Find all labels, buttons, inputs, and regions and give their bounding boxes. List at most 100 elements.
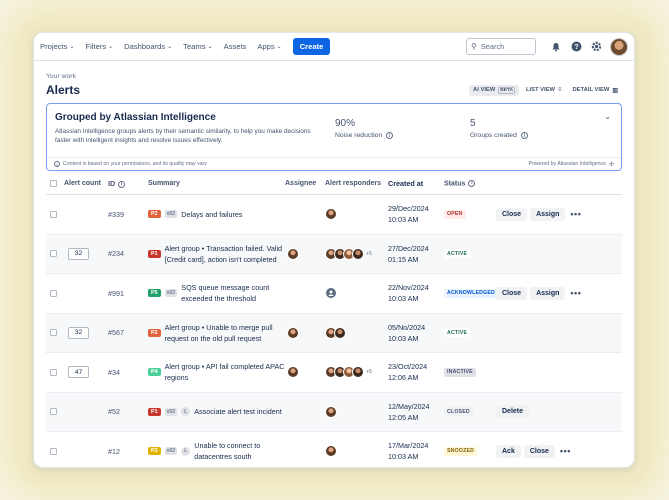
alert-summary[interactable]: Unable to connect to datacentres south (194, 440, 285, 462)
linked-icon: L (181, 407, 191, 417)
alert-id[interactable]: #991 (108, 289, 148, 298)
priority-badge: P4 (148, 368, 161, 377)
table-row[interactable]: #339 P2 x92 Delays and failures 29/Dec/2024 1… (46, 195, 622, 235)
close-button[interactable]: Close (523, 444, 555, 458)
create-button[interactable]: Create (292, 38, 331, 55)
responder-avatar[interactable] (325, 405, 337, 418)
responder-avatar[interactable] (325, 445, 337, 458)
alert-summary[interactable]: SQS queue message count exceeded the thr… (181, 282, 285, 304)
assign-button[interactable]: Assign (530, 207, 566, 221)
notifications-icon[interactable] (548, 39, 564, 55)
unassigned-user-icon (325, 287, 337, 300)
nav-item-assets[interactable]: Assets (224, 42, 247, 51)
help-icon[interactable]: ? (568, 39, 584, 55)
close-button[interactable]: Close (496, 207, 528, 221)
row-checkbox[interactable] (50, 368, 57, 376)
user-avatar[interactable] (610, 37, 628, 56)
more-actions-icon[interactable]: ••• (560, 446, 571, 456)
tab-detail-view[interactable]: DETAIL VIEW ▥ (569, 85, 623, 96)
chevron-down-icon: ⌄ (69, 44, 75, 50)
assignee-avatar[interactable] (287, 366, 299, 379)
nav-item-dashboards[interactable]: Dashboards ⌄ (124, 42, 172, 51)
info-icon[interactable]: i (520, 132, 528, 139)
alert-count-badge[interactable]: 32 (68, 247, 89, 260)
select-all-checkbox[interactable] (50, 180, 57, 187)
groups-created-label: Groups created (470, 132, 517, 139)
alert-id[interactable]: #339 (108, 210, 148, 219)
row-checkbox[interactable] (50, 210, 57, 218)
assignee-avatar[interactable] (287, 247, 299, 260)
alert-id[interactable]: #12 (108, 447, 148, 456)
table-row[interactable]: 32 #234 P1 Alert group • Transaction failed… (46, 234, 622, 274)
created-time: 10:03 AM (388, 333, 419, 343)
alert-summary[interactable]: Alert group • Transaction failed. Valid … (165, 243, 285, 265)
row-checkbox[interactable] (50, 329, 57, 337)
alert-summary[interactable]: Alert group • Unable to merge pull reque… (165, 322, 285, 344)
row-checkbox[interactable] (50, 250, 57, 258)
alert-id[interactable]: #34 (108, 368, 148, 377)
created-time: 12:05 AM (388, 412, 419, 422)
alert-summary[interactable]: Delays and failures (181, 209, 242, 220)
search-input[interactable]: ⚲ Search (466, 38, 536, 55)
alert-summary[interactable]: Associate alert test incident (194, 406, 282, 417)
table-row[interactable]: #991 P5 x92 SQS queue message count exceede… (46, 274, 622, 314)
tab-ai-view[interactable]: AI VIEW BETA (469, 84, 519, 96)
nav-item-filters[interactable]: Filters ⌄ (85, 42, 113, 51)
nav-item-apps[interactable]: Apps ⌄ (257, 42, 281, 51)
header-assignee[interactable]: Assignee (285, 180, 325, 187)
responder-avatar[interactable] (325, 208, 337, 221)
nav-item-label: Filters (85, 42, 107, 51)
header-summary[interactable]: Summary (148, 180, 285, 187)
more-actions-icon[interactable]: ••• (570, 288, 581, 298)
alert-count-badge[interactable]: 32 (68, 326, 89, 339)
settings-gear-icon[interactable] (588, 39, 604, 55)
status-badge: OPEN (444, 209, 466, 219)
info-icon[interactable]: i (386, 132, 394, 139)
breadcrumb[interactable]: Your work (46, 73, 622, 80)
table-row[interactable]: #52 P1 x92 L Associate alert test incident 12… (46, 392, 622, 432)
alert-id[interactable]: #567 (108, 328, 148, 337)
chevron-down-icon: ⌄ (108, 44, 114, 50)
assignee-avatar[interactable] (287, 326, 299, 339)
header-alert-count[interactable]: Alert count (64, 180, 108, 187)
alert-id[interactable]: #234 (108, 249, 148, 258)
created-time: 10:03 AM (388, 215, 419, 225)
row-checkbox[interactable] (50, 447, 57, 455)
responder-avatar[interactable] (334, 326, 346, 339)
info-icon[interactable]: i (468, 179, 476, 187)
more-responders-count[interactable]: +5 (366, 369, 372, 375)
view-switcher: AI VIEW BETA LIST VIEW ≡ DETAIL VIEW ▥ (466, 84, 623, 96)
alert-summary[interactable]: Alert group • API fail completed APAC re… (165, 361, 285, 383)
table-row[interactable]: #12 P3 x92 L Unable to connect to datacentre… (46, 432, 622, 467)
table-row[interactable]: 32 #567 P2 Alert group • Unable to merge pu… (46, 313, 622, 353)
header-id[interactable]: ID (108, 179, 115, 188)
header-created[interactable]: Created at (388, 178, 444, 189)
alert-tag-badge: x92 (164, 407, 178, 416)
row-checkbox[interactable] (50, 408, 57, 416)
responder-avatar[interactable] (352, 247, 364, 260)
close-button[interactable]: Close (496, 286, 528, 300)
table-row[interactable]: 47 #34 P4 Alert group • API fail completed … (46, 353, 622, 393)
created-time: 12:06 AM (388, 373, 419, 383)
responder-avatar[interactable] (352, 366, 364, 379)
alert-tag-badge: x92 (164, 289, 178, 298)
header-responders[interactable]: Alert responders (325, 180, 388, 187)
assign-button[interactable]: Assign (530, 286, 566, 300)
created-date: 12/May/2024 (388, 401, 430, 411)
row-checkbox[interactable] (50, 289, 57, 297)
more-responders-count[interactable]: +5 (366, 251, 372, 257)
nav-item-teams[interactable]: Teams ⌄ (183, 42, 212, 51)
header-status[interactable]: Status (444, 180, 465, 187)
status-badge: INACTIVE (444, 367, 476, 377)
delete-button[interactable]: Delete (496, 405, 530, 419)
nav-item-projects[interactable]: Projects ⌄ (40, 42, 74, 51)
collapse-chevron-icon[interactable]: ⌄ (604, 112, 611, 121)
tab-list-view-label: LIST VIEW (525, 87, 555, 93)
tab-list-view[interactable]: LIST VIEW ≡ (522, 85, 566, 95)
alert-id[interactable]: #52 (108, 407, 148, 416)
info-icon[interactable]: i (118, 180, 126, 188)
alert-count-badge[interactable]: 47 (68, 366, 89, 379)
ack-button[interactable]: Ack (496, 444, 521, 458)
more-actions-icon[interactable]: ••• (570, 209, 581, 219)
priority-badge: P2 (148, 210, 161, 219)
